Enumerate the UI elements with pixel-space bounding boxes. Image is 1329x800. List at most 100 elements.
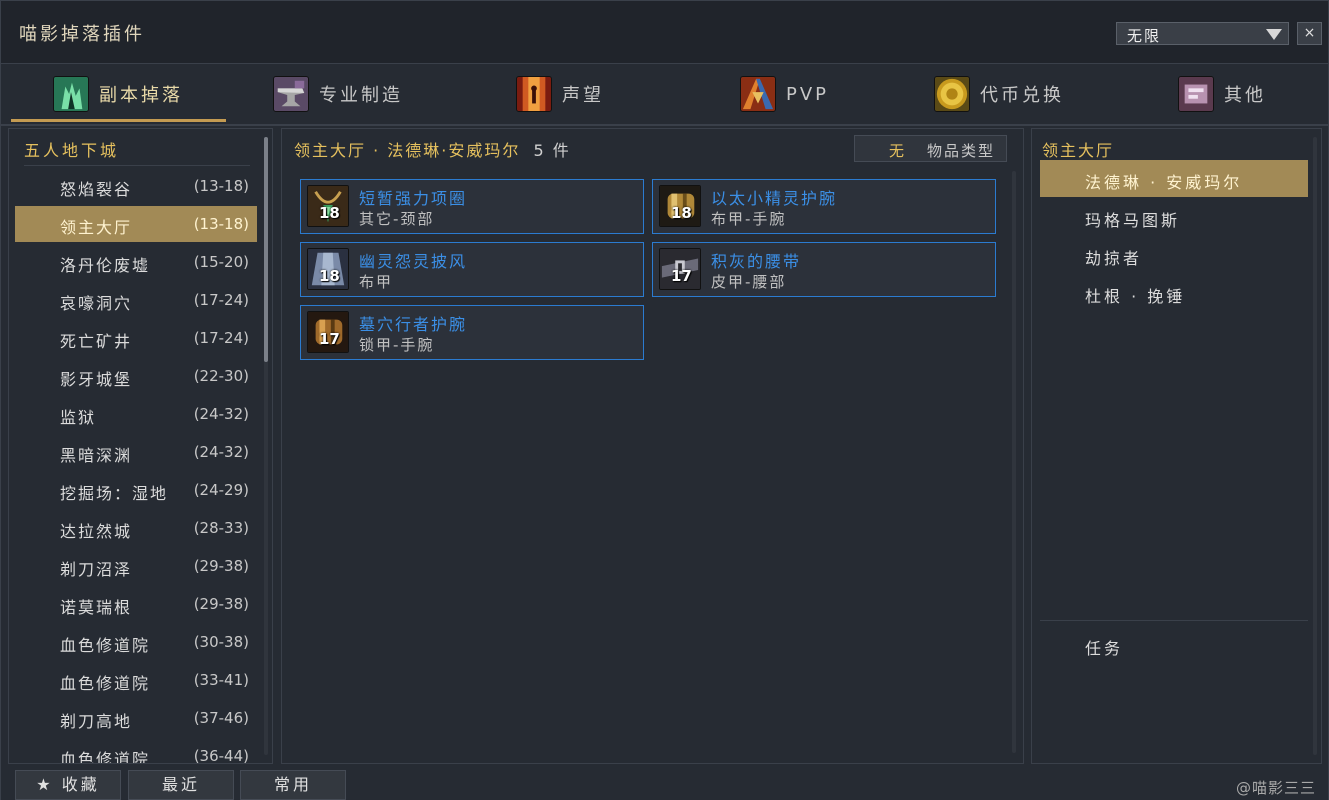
- tab-misc[interactable]: 其他: [1178, 74, 1266, 114]
- dungeon-list-scrollbar-thumb[interactable]: [264, 137, 268, 362]
- loot-item[interactable]: 18 短暂强力项圈 其它-颈部: [300, 179, 644, 234]
- item-name: 墓穴行者护腕: [359, 315, 468, 334]
- dungeon-name: 监狱: [60, 408, 97, 427]
- tab-label: 声望: [562, 85, 604, 106]
- item-type: 布甲: [359, 273, 394, 291]
- loot-item[interactable]: 18 幽灵怨灵披风 布甲: [300, 242, 644, 297]
- item-type-filter-value: 无: [889, 142, 905, 160]
- item-level: 17: [671, 267, 692, 285]
- tab-label: 其他: [1224, 85, 1266, 106]
- dungeon-name: 剃刀沼泽: [60, 560, 133, 579]
- loot-panel: 领主大厅 · 法德琳·安威玛尔 5 件 无 物品类型 18 短暂强力项圈 其它-…: [281, 128, 1024, 764]
- favorites-button[interactable]: ★ 收藏: [15, 770, 121, 800]
- dungeon-item[interactable]: 血色修道院 (33-41): [15, 662, 257, 698]
- dungeon-name: 死亡矿井: [60, 332, 133, 351]
- misc-icon: [1178, 76, 1214, 112]
- tab-label: 代币兑换: [980, 85, 1064, 106]
- dungeon-name: 黑暗深渊: [60, 446, 133, 465]
- loot-breadcrumb-text: 领主大厅 · 法德琳·安威玛尔: [294, 141, 521, 160]
- mode-dropdown[interactable]: 无限: [1116, 22, 1289, 45]
- dungeon-level-range: (30-38): [193, 633, 249, 651]
- dungeon-item[interactable]: 怒焰裂谷 (13-18): [15, 168, 257, 204]
- dungeon-item[interactable]: 影牙城堡 (22-30): [15, 358, 257, 394]
- dungeon-list: 怒焰裂谷 (13-18) 领主大厅 (13-18) 洛丹伦废墟 (15-20) …: [15, 168, 257, 763]
- item-level: 17: [319, 330, 340, 348]
- loot-item[interactable]: 17 墓穴行者护腕 锁甲-手腕: [300, 305, 644, 360]
- dungeon-item[interactable]: 黑暗深渊 (24-32): [15, 434, 257, 470]
- item-type: 锁甲-手腕: [359, 336, 435, 354]
- boss-item[interactable]: 劫掠者: [1040, 236, 1308, 273]
- dungeon-level-range: (29-38): [193, 557, 249, 575]
- item-name: 幽灵怨灵披风: [359, 252, 468, 271]
- dungeon-item[interactable]: 血色修道院 (36-44): [15, 738, 257, 763]
- dungeon-name: 诺莫瑞根: [60, 598, 133, 617]
- coin-icon: [934, 76, 970, 112]
- boss-list-scrollbar-track[interactable]: [1313, 137, 1317, 755]
- tab-label: 专业制造: [319, 85, 403, 106]
- dungeon-item[interactable]: 洛丹伦废墟 (15-20): [15, 244, 257, 280]
- dungeon-level-range: (33-41): [193, 671, 249, 689]
- tab-pvp[interactable]: PVP: [740, 74, 829, 114]
- dungeon-name: 哀嚎洞穴: [60, 294, 133, 313]
- dungeon-item[interactable]: 剃刀沼泽 (29-38): [15, 548, 257, 584]
- item-level: 18: [671, 204, 692, 222]
- item-type: 布甲-手腕: [711, 210, 787, 228]
- dungeon-icon: [53, 76, 89, 112]
- dungeon-level-range: (13-18): [193, 177, 249, 195]
- dungeon-name: 剃刀高地: [60, 712, 133, 731]
- tab-token-exchange[interactable]: 代币兑换: [934, 74, 1064, 114]
- item-name: 积灰的腰带: [711, 252, 802, 271]
- dungeon-name: 达拉然城: [60, 522, 133, 541]
- loot-item[interactable]: 18 以太小精灵护腕 布甲-手腕: [652, 179, 996, 234]
- dungeon-name: 挖掘场：湿地: [60, 484, 169, 503]
- dungeon-name: 影牙城堡: [60, 370, 133, 389]
- recent-button[interactable]: 最近: [128, 770, 234, 800]
- dungeon-item[interactable]: 监狱 (24-32): [15, 396, 257, 432]
- item-type: 皮甲-腰部: [711, 273, 787, 291]
- item-type: 其它-颈部: [359, 210, 435, 228]
- tab-dungeon-loot[interactable]: 副本掉落: [53, 74, 183, 114]
- dungeon-level-range: (17-24): [193, 291, 249, 309]
- dungeon-item[interactable]: 挖掘场：湿地 (24-29): [15, 472, 257, 508]
- common-button[interactable]: 常用: [240, 770, 346, 800]
- boss-item-selected[interactable]: 法德琳 · 安威玛尔: [1040, 160, 1308, 197]
- boss-name: 法德琳 · 安威玛尔: [1085, 173, 1243, 192]
- dungeon-item[interactable]: 剃刀高地 (37-46): [15, 700, 257, 736]
- dungeon-item[interactable]: 达拉然城 (28-33): [15, 510, 257, 546]
- anvil-icon: [273, 76, 309, 112]
- dungeon-level-range: (15-20): [193, 253, 249, 271]
- close-button[interactable]: ×: [1297, 22, 1322, 45]
- boss-name: 杜根 · 挽锤: [1085, 287, 1186, 306]
- boss-item[interactable]: 杜根 · 挽锤: [1040, 274, 1308, 311]
- loot-item[interactable]: 17 积灰的腰带 皮甲-腰部: [652, 242, 996, 297]
- addon-window: 喵影掉落插件 无限 × 副本掉落 专业制造 声望 PVP 代币兑换 其他 五人地…: [0, 0, 1329, 800]
- dungeon-level-range: (24-32): [193, 443, 249, 461]
- tab-label: PVP: [786, 83, 830, 105]
- chevron-down-icon: [1266, 29, 1282, 40]
- quest-item[interactable]: 任务: [1085, 635, 1123, 659]
- item-name: 以太小精灵护腕: [711, 189, 838, 208]
- item-level: 18: [319, 267, 340, 285]
- loot-scrollbar-track[interactable]: [1012, 171, 1016, 753]
- item-type-filter-label: 物品类型: [927, 142, 996, 160]
- bottom-bar: ★ 收藏 最近 常用 @喵影三三: [1, 765, 1328, 800]
- boss-name: 玛格马图斯: [1085, 211, 1181, 230]
- boss-list: 法德琳 · 安威玛尔 玛格马图斯 劫掠者 杜根 · 挽锤: [1040, 160, 1308, 312]
- tab-reputation[interactable]: 声望: [516, 74, 604, 114]
- dungeon-level-range: (13-18): [193, 215, 249, 233]
- item-type-filter[interactable]: 无 物品类型: [854, 135, 1007, 162]
- dungeon-item[interactable]: 诺莫瑞根 (29-38): [15, 586, 257, 622]
- boss-item[interactable]: 玛格马图斯: [1040, 198, 1308, 235]
- dungeon-name: 怒焰裂谷: [60, 180, 133, 199]
- loot-count: 5 件: [533, 141, 571, 160]
- reputation-icon: [516, 76, 552, 112]
- boss-list-panel: 领主大厅 法德琳 · 安威玛尔 玛格马图斯 劫掠者 杜根 · 挽锤 任务: [1031, 128, 1322, 764]
- dungeon-level-range: (37-46): [193, 709, 249, 727]
- boss-list-header: 领主大厅: [1042, 141, 1115, 160]
- dungeon-item[interactable]: 血色修道院 (30-38): [15, 624, 257, 660]
- dungeon-item[interactable]: 哀嚎洞穴 (17-24): [15, 282, 257, 318]
- dungeon-item[interactable]: 死亡矿井 (17-24): [15, 320, 257, 356]
- item-name: 短暂强力项圈: [359, 189, 468, 208]
- dungeon-item-selected[interactable]: 领主大厅 (13-18): [15, 206, 257, 242]
- tab-profession-crafting[interactable]: 专业制造: [273, 74, 403, 114]
